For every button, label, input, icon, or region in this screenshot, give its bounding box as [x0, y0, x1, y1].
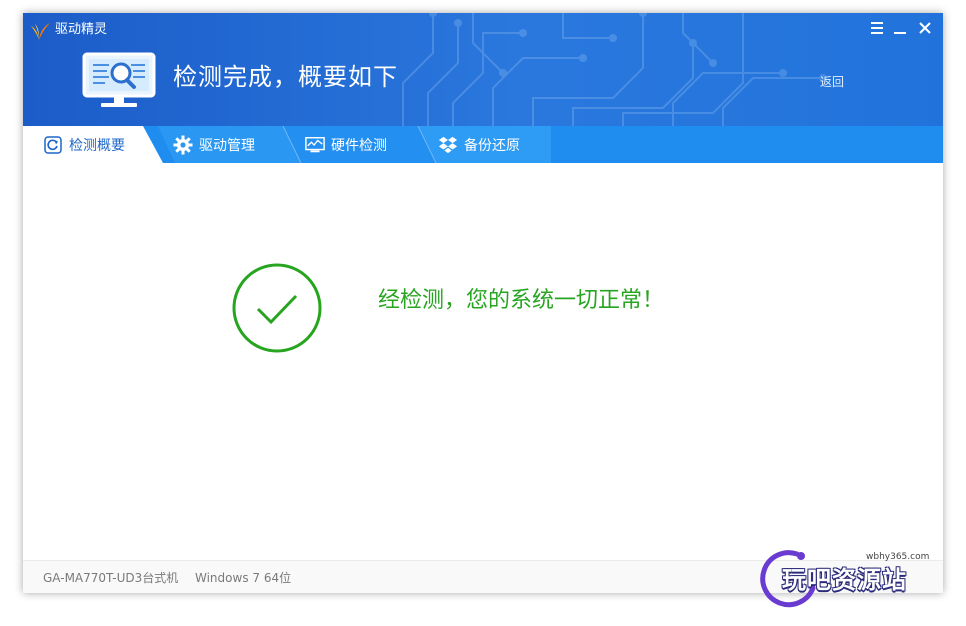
circuit-background	[402, 13, 827, 126]
result-message: 经检测，您的系统一切正常！	[378, 288, 665, 313]
success-check-icon	[232, 263, 322, 353]
tab-hardware-detection[interactable]: 硬件检测	[305, 126, 387, 163]
chart-monitor-icon	[305, 136, 325, 152]
refresh-icon	[44, 135, 62, 154]
page-headline: 检测完成，概要如下	[173, 63, 398, 91]
tab-backup-restore[interactable]: 备份还原	[438, 126, 520, 163]
app-window: 驱动精灵 检测完成，概要如下 返回 检测概要 驱动管理 硬件检测 备份还原 经检…	[23, 13, 943, 593]
tab-bar: 检测概要 驱动管理 硬件检测 备份还原	[23, 126, 943, 163]
watermark-url: wbhy365.com	[866, 552, 930, 562]
menu-icon[interactable]	[868, 19, 886, 37]
os-version-text: Windows 7 64位	[195, 571, 292, 585]
monitor-scan-icon	[82, 52, 156, 107]
tab-driver-management[interactable]: 驱动管理	[173, 126, 255, 163]
watermark-text: 玩吧资源站	[782, 566, 907, 594]
app-logo-icon	[31, 23, 50, 40]
gear-icon	[173, 135, 193, 154]
tab-driver-label: 驱动管理	[199, 137, 255, 154]
tab-overview[interactable]: 检测概要	[43, 126, 125, 163]
tab-overview-label: 检测概要	[69, 137, 125, 154]
tab-backup-label: 备份还原	[464, 137, 520, 154]
tab-hardware-label: 硬件检测	[331, 137, 387, 154]
pc-model-text: GA-MA770T-UD3台式机	[43, 571, 179, 585]
app-title: 驱动精灵	[55, 22, 108, 37]
back-link[interactable]: 返回	[820, 74, 844, 90]
header-banner: 驱动精灵 检测完成，概要如下 返回	[23, 13, 943, 126]
close-icon[interactable]	[916, 19, 934, 37]
dropbox-icon	[438, 136, 458, 153]
minimize-icon[interactable]	[891, 19, 909, 37]
